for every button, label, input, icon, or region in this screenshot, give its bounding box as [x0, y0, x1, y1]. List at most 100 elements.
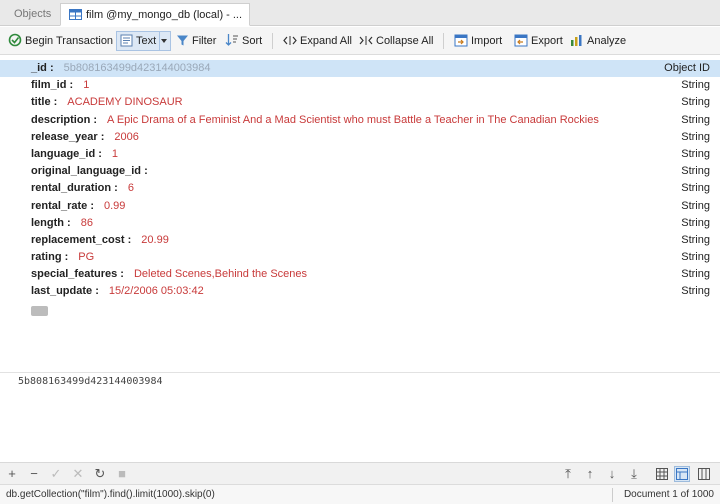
field-row[interactable]: rental_rate :0.99 String	[0, 198, 720, 215]
field-row[interactable]: last_update :15/2/2006 05:03:42 String	[0, 283, 720, 300]
field-row[interactable]: film_id :1 String	[0, 77, 720, 94]
field-key-separator: :	[87, 199, 94, 212]
collapse-all-label: Collapse All	[376, 35, 434, 47]
field-type: String	[681, 285, 710, 298]
begin-transaction-button[interactable]: Begin Transaction	[5, 31, 116, 51]
field-row[interactable]: title : ACADEMY DINOSAUR String	[0, 94, 720, 111]
field-value[interactable]: Deleted Scenes,Behind the Scenes	[134, 268, 307, 280]
field-type: String	[681, 147, 710, 160]
field-value[interactable]: 20.99	[141, 234, 169, 246]
tab-objects[interactable]: Objects	[6, 3, 59, 26]
field-key: length	[31, 216, 64, 229]
filter-label: Filter	[192, 35, 217, 47]
tab-film-label: film @my_mongo_db (local) - ...	[86, 9, 243, 21]
panel-divider[interactable]	[0, 372, 720, 373]
field-key-value: original_language_id :	[31, 163, 158, 180]
json-view-icon[interactable]	[696, 466, 712, 482]
field-type: String	[681, 182, 710, 195]
add-field-button[interactable]	[31, 306, 48, 316]
field-type: String	[681, 268, 710, 281]
field-key-value: last_update :15/2/2006 05:03:42	[31, 283, 204, 300]
field-key-value: special_features : Deleted Scenes,Behind …	[31, 266, 307, 283]
field-row[interactable]: release_year :2006 String	[0, 129, 720, 146]
toolbar-divider	[272, 33, 273, 49]
analyze-button[interactable]: Analyze	[567, 31, 629, 51]
next-record-icon[interactable]: ↓	[604, 466, 620, 482]
field-value[interactable]: 1	[112, 148, 118, 160]
import-label: Import	[471, 35, 503, 47]
field-type: String	[681, 79, 710, 92]
analyze-icon	[571, 35, 582, 46]
field-row[interactable]: _id :5b808163499d423144003984 Object ID	[0, 60, 720, 78]
grid-view-icon[interactable]	[654, 466, 670, 482]
field-row[interactable]: special_features : Deleted Scenes,Behind …	[0, 266, 720, 283]
field-value[interactable]: PG	[78, 251, 94, 263]
add-icon[interactable]: +	[4, 466, 20, 482]
sort-button[interactable]: Sort	[222, 31, 265, 51]
tab-bar: Objects film @my_mongo_db (local) - ...	[0, 0, 720, 26]
field-key-separator: :	[92, 285, 99, 298]
previous-record-icon[interactable]: ↑	[582, 466, 598, 482]
field-row[interactable]: description : A Epic Drama of a Feminist …	[0, 112, 720, 129]
export-icon	[514, 34, 528, 47]
field-key-separator: :	[97, 130, 105, 143]
stop-icon[interactable]: ■	[114, 466, 130, 482]
expand-all-button[interactable]: Expand All	[280, 31, 355, 51]
document-position: Document 1 of 1000	[623, 489, 714, 500]
field-row[interactable]: replacement_cost :20.99 String	[0, 232, 720, 249]
expand-icon	[283, 36, 297, 45]
field-key-value: rating : PG	[31, 249, 94, 266]
field-key-separator: :	[117, 268, 124, 281]
field-type: String	[681, 216, 710, 229]
close-icon[interactable]: ✕	[70, 466, 86, 482]
field-value[interactable]: A Epic Drama of a Feminist And a Mad Sci…	[107, 114, 599, 126]
field-value[interactable]: 1	[83, 79, 89, 91]
field-key-separator: :	[90, 113, 98, 126]
field-key-separator: :	[66, 79, 74, 92]
status-bar: db.getCollection("film").find().limit(10…	[0, 484, 720, 504]
field-key: release_year	[31, 130, 98, 143]
collapse-all-button[interactable]: Collapse All	[356, 31, 436, 51]
collapse-icon	[359, 36, 373, 45]
last-record-icon[interactable]: ⤓	[626, 466, 642, 482]
field-key-separator: :	[124, 233, 132, 246]
tab-film-collection[interactable]: film @my_mongo_db (local) - ...	[60, 3, 250, 26]
field-value[interactable]: 6	[128, 182, 134, 194]
field-value[interactable]: 86	[81, 217, 93, 229]
filter-button[interactable]: Filter	[173, 31, 219, 51]
field-row[interactable]: original_language_id : String	[0, 163, 720, 180]
field-type: String	[681, 113, 710, 126]
field-key: last_update	[31, 285, 93, 298]
field-key-separator: :	[95, 147, 102, 160]
detail-value: 5b808163499d423144003984	[18, 376, 163, 387]
expand-all-label: Expand All	[300, 35, 352, 47]
begin-transaction-label: Begin Transaction	[25, 35, 114, 47]
field-type: String	[681, 199, 710, 212]
text-view-button[interactable]: Text	[116, 31, 172, 51]
import-button[interactable]: Import	[451, 31, 505, 51]
refresh-icon[interactable]: ↻	[92, 466, 108, 482]
field-row[interactable]: rating : PG String	[0, 249, 720, 266]
export-button[interactable]: Export	[511, 31, 566, 51]
transaction-icon	[8, 33, 22, 47]
field-row[interactable]: language_id :1 String	[0, 146, 720, 163]
field-key-separator: :	[50, 96, 58, 109]
field-type: String	[681, 96, 710, 109]
field-value[interactable]: ACADEMY DINOSAUR	[67, 96, 182, 108]
field-value[interactable]: 5b808163499d423144003984	[64, 62, 211, 74]
field-key-separator: :	[141, 165, 148, 178]
field-value[interactable]: 0.99	[104, 200, 125, 212]
first-record-icon[interactable]: ⤒	[560, 466, 576, 482]
chevron-down-icon[interactable]	[159, 32, 168, 50]
field-key: description	[31, 113, 91, 126]
field-key-separator: :	[46, 62, 54, 74]
remove-icon[interactable]: −	[26, 466, 42, 482]
field-type: Object ID	[664, 62, 710, 74]
tree-view-icon[interactable]	[674, 466, 690, 482]
field-row[interactable]: length :86 String	[0, 215, 720, 232]
field-row[interactable]: rental_duration :6 String	[0, 180, 720, 197]
field-value[interactable]: 2006	[114, 131, 138, 143]
import-icon	[454, 34, 468, 47]
field-value[interactable]: 15/2/2006 05:03:42	[109, 285, 204, 297]
check-icon[interactable]: ✓	[48, 466, 64, 482]
